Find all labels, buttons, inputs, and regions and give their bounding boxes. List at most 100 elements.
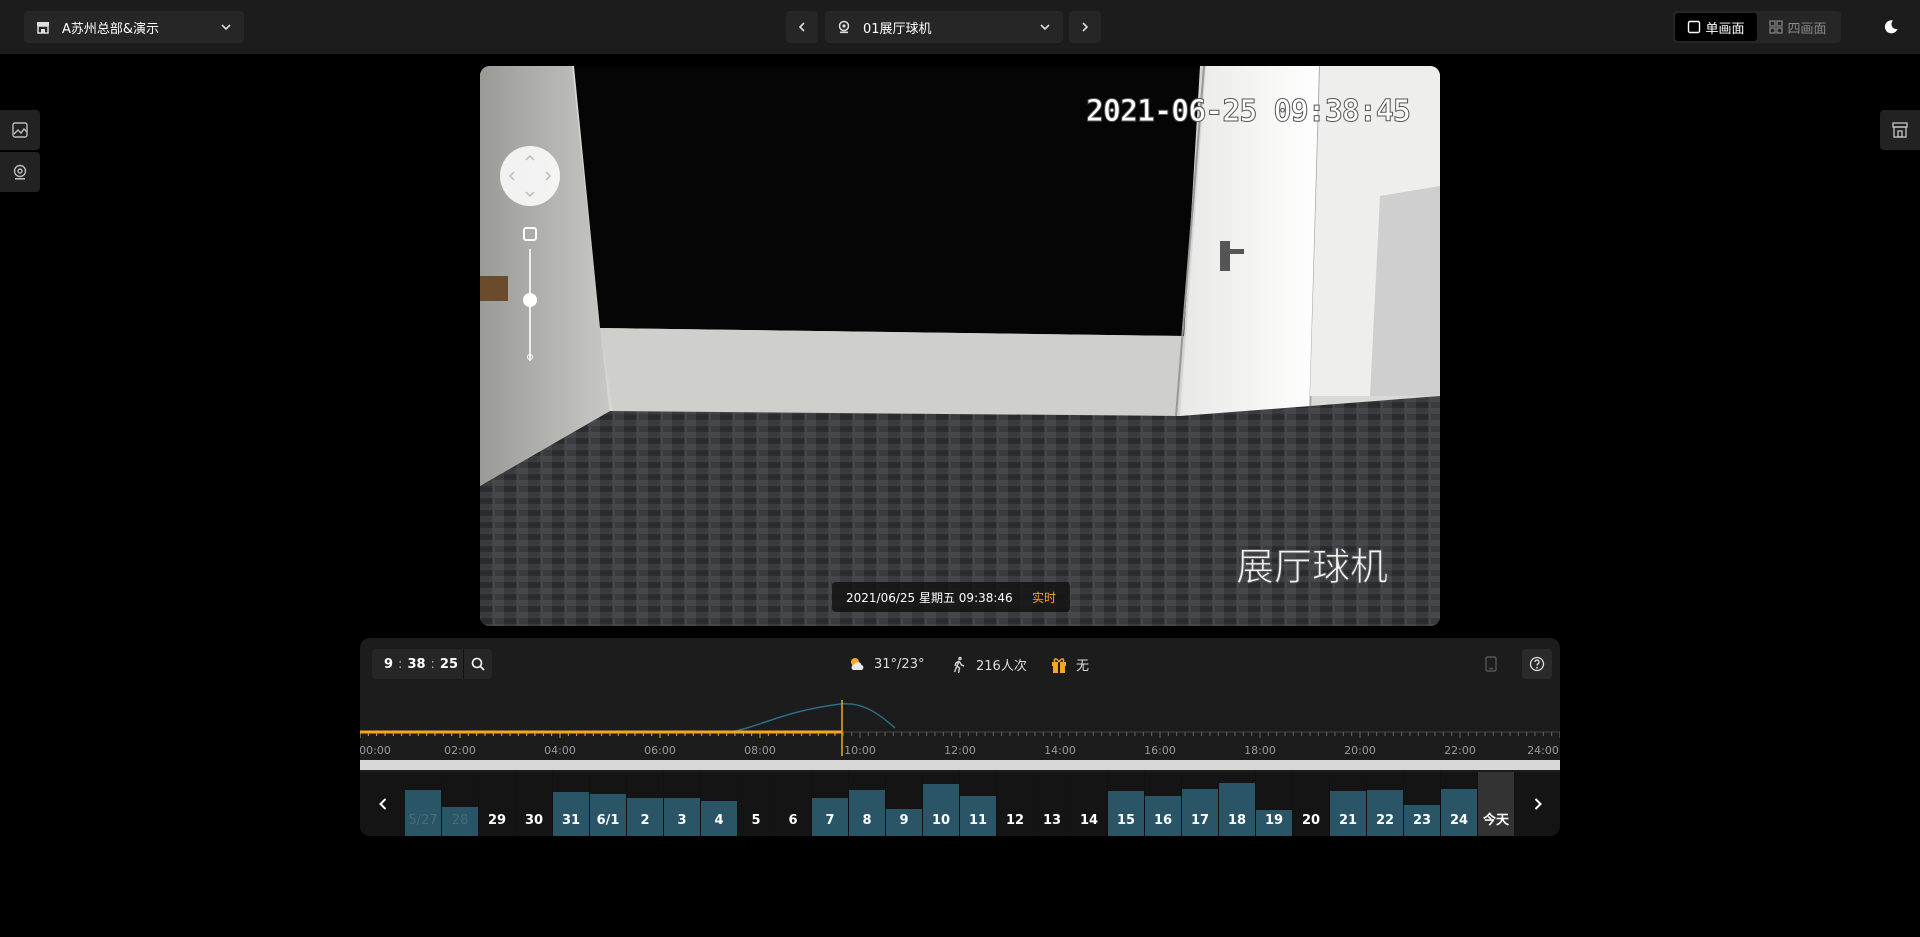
next-days-button[interactable] <box>1515 772 1560 836</box>
day-cell[interactable]: 14 <box>1071 772 1108 836</box>
day-cell[interactable]: 19 <box>1256 772 1293 836</box>
day-cell[interactable]: 今天 <box>1478 772 1515 836</box>
timeline-ruler[interactable]: 00:00 02:00 04:00 06:00 08:00 10:00 12:00 14:00… <box>360 692 1560 756</box>
hour-label: 22:00 <box>1444 744 1476 756</box>
day-cell[interactable]: 20 <box>1293 772 1330 836</box>
webcam-icon <box>838 20 850 34</box>
single-screen-icon <box>1688 20 1701 34</box>
camera-list-button[interactable] <box>0 152 40 192</box>
day-cell[interactable]: 9 <box>886 772 923 836</box>
single-view-option[interactable]: 单画面 <box>1675 13 1757 41</box>
phone-icon <box>1485 656 1497 672</box>
help-button[interactable] <box>1522 649 1552 679</box>
day-cell[interactable]: 28 <box>442 772 479 836</box>
time-minute[interactable]: 38 <box>402 657 430 672</box>
day-activity-bar <box>923 783 959 836</box>
day-cell[interactable]: 15 <box>1108 772 1145 836</box>
day-cell[interactable]: 29 <box>479 772 516 836</box>
day-label: 5 <box>751 813 761 828</box>
day-label: 22 <box>1375 813 1395 828</box>
day-cell[interactable]: 21 <box>1330 772 1367 836</box>
quad-view-option[interactable]: 四画面 <box>1757 13 1839 41</box>
osd-camera-label: 展厅球机 <box>1235 545 1388 590</box>
day-label: 21 <box>1338 813 1358 828</box>
timeline-scrollbar[interactable] <box>360 760 1560 770</box>
day-cell[interactable]: 5/27 <box>405 772 442 836</box>
gift-stat: 无 <box>1050 655 1089 674</box>
day-cell[interactable]: 3 <box>664 772 701 836</box>
store-icon <box>1892 122 1908 138</box>
quad-screen-icon <box>1769 20 1784 34</box>
day-label: 10 <box>931 813 951 828</box>
hour-label: 14:00 <box>1044 744 1076 756</box>
day-activity-bar <box>1219 782 1255 836</box>
top-bar: A苏州总部&演示 01展厅球机 单画面 四画面 <box>0 0 1920 54</box>
day-label: 15 <box>1116 813 1136 828</box>
day-label: 9 <box>899 813 909 828</box>
day-cell[interactable]: 8 <box>849 772 886 836</box>
day-cell[interactable]: 10 <box>923 772 960 836</box>
theme-toggle-button[interactable] <box>1880 16 1902 38</box>
day-cell[interactable]: 7 <box>812 772 849 836</box>
current-datetime: 2021/06/25 星期五 09:38:46 <box>846 590 1013 605</box>
store-icon <box>37 22 49 34</box>
day-cell[interactable]: 17 <box>1182 772 1219 836</box>
snapshot-gallery-button[interactable] <box>0 110 40 150</box>
day-label: 6 <box>788 813 798 828</box>
next-camera-button[interactable] <box>1069 11 1101 43</box>
moon-icon <box>1884 20 1898 34</box>
day-label: 6/1 <box>596 813 620 828</box>
prev-camera-button[interactable] <box>786 11 818 43</box>
prev-days-button[interactable] <box>360 772 405 836</box>
day-cell[interactable]: 5 <box>738 772 775 836</box>
day-cell[interactable]: 22 <box>1367 772 1404 836</box>
partly-cloudy-icon <box>851 658 864 670</box>
day-cell[interactable]: 24 <box>1441 772 1478 836</box>
day-cell[interactable]: 23 <box>1404 772 1441 836</box>
camera-select[interactable]: 01展厅球机 <box>825 11 1063 43</box>
chevron-left-icon <box>378 798 386 810</box>
day-label: 30 <box>524 813 544 828</box>
day-cell[interactable]: 18 <box>1219 772 1256 836</box>
day-cell[interactable]: 13 <box>1034 772 1071 836</box>
osd-timestamp: 2021-06-25 09:38:45 <box>1085 94 1411 130</box>
day-label: 3 <box>677 813 687 828</box>
chevron-left-icon <box>798 22 805 32</box>
day-cell[interactable]: 12 <box>997 772 1034 836</box>
day-label: 4 <box>714 813 724 828</box>
day-label: 23 <box>1412 813 1432 828</box>
zoom-slider-handle[interactable] <box>523 293 537 307</box>
day-cell[interactable]: 31 <box>553 772 590 836</box>
store-select[interactable]: A苏州总部&演示 <box>24 11 244 43</box>
visitor-stat: 216人次 <box>950 655 1027 674</box>
time-search-button[interactable] <box>463 649 492 679</box>
day-list: 5/27 28 29 30 31 6/1 2 3 4 5 6 7 8 9 10 11 12 13 14 15 16 17 1… <box>405 772 1515 836</box>
day-cell[interactable]: 2 <box>627 772 664 836</box>
day-label: 31 <box>561 813 581 828</box>
zoom-in-icon[interactable] <box>523 227 537 241</box>
day-cell[interactable]: 4 <box>701 772 738 836</box>
live-badge[interactable]: 实时 <box>1032 589 1056 606</box>
video-player[interactable]: 2021-06-25 09:38:45 展厅球机 2021/06/25 星期五 … <box>480 66 1440 626</box>
day-cell[interactable]: 6/1 <box>590 772 627 836</box>
day-cell[interactable]: 30 <box>516 772 553 836</box>
store-panel-button[interactable] <box>1880 110 1920 150</box>
day-cell[interactable]: 6 <box>775 772 812 836</box>
time-hour[interactable]: 9 <box>372 657 398 672</box>
day-label: 20 <box>1301 813 1321 828</box>
day-label: 17 <box>1190 813 1210 828</box>
webcam-icon <box>13 164 27 180</box>
hour-label: 06:00 <box>644 744 676 756</box>
store-name: A苏州总部&演示 <box>62 21 160 37</box>
single-view-label: 单画面 <box>1705 21 1745 37</box>
day-cell[interactable]: 16 <box>1145 772 1182 836</box>
time-second[interactable]: 25 <box>435 657 463 672</box>
zoom-out-icon[interactable] <box>527 354 533 360</box>
ptz-direction-pad[interactable] <box>500 146 560 206</box>
day-label: 今天 <box>1482 813 1509 828</box>
day-label: 19 <box>1264 813 1284 828</box>
video-info-bar: 2021/06/25 星期五 09:38:46 实时 <box>832 582 1070 612</box>
day-cell[interactable]: 11 <box>960 772 997 836</box>
time-input[interactable]: 9 : 38 : 25 <box>372 649 492 679</box>
day-label: 8 <box>862 813 872 828</box>
